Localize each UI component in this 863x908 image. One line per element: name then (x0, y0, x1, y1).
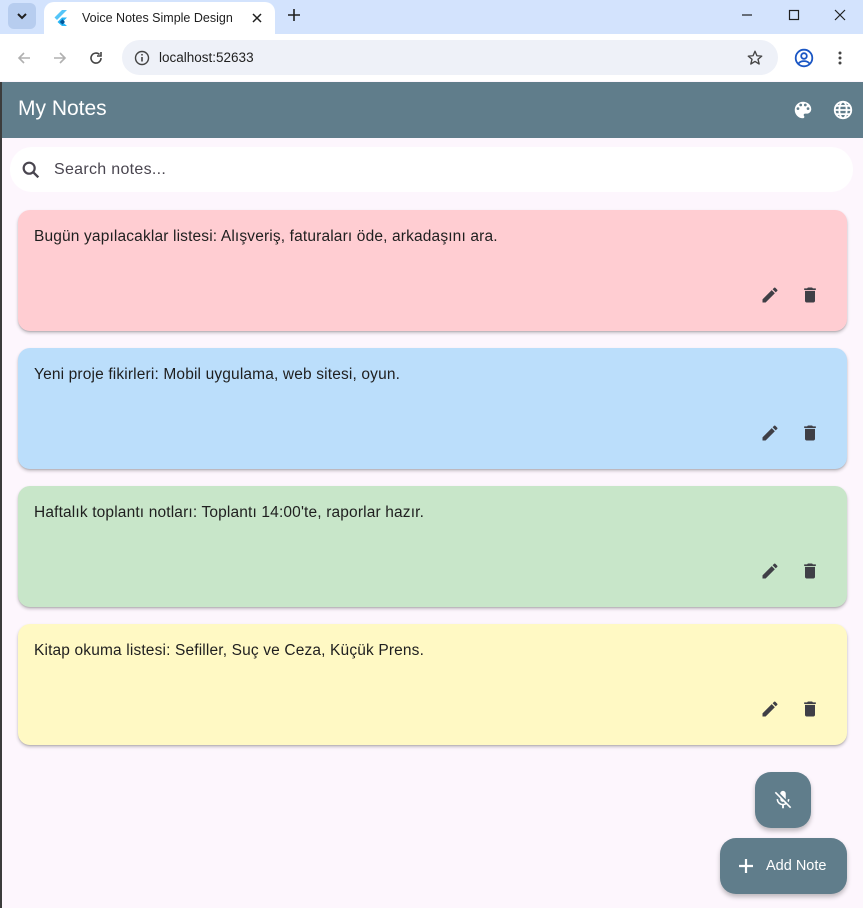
trash-icon (800, 699, 820, 719)
more-vert-icon (832, 50, 848, 66)
flutter-icon (54, 10, 70, 26)
minimize-icon (741, 9, 753, 21)
url-text[interactable]: localhost:52633 (159, 50, 744, 65)
back-button[interactable] (10, 44, 38, 72)
plus-icon (287, 8, 301, 22)
note-text: Bugün yapılacaklar listesi: Alışveriş, f… (34, 228, 498, 246)
arrow-left-icon (16, 50, 32, 66)
close-icon[interactable] (249, 10, 265, 26)
maximize-icon (788, 9, 800, 21)
globe-icon (832, 99, 854, 121)
profile-button[interactable] (790, 44, 818, 72)
tune-icon[interactable] (132, 48, 152, 68)
search-bar (10, 147, 853, 192)
arrow-right-icon (52, 50, 68, 66)
page-title: My Notes (18, 97, 107, 121)
search-icon (19, 158, 43, 182)
search-input[interactable] (54, 161, 814, 179)
mic-off-icon (772, 789, 794, 811)
pencil-icon (760, 423, 780, 443)
account-icon (794, 48, 814, 68)
forward-button[interactable] (46, 44, 74, 72)
address-bar[interactable]: localhost:52633 (122, 40, 778, 75)
browser-menu-button[interactable] (826, 44, 854, 72)
delete-note-button[interactable] (798, 559, 822, 583)
note-card[interactable]: Bugün yapılacaklar listesi: Alışveriş, f… (18, 210, 847, 331)
reload-icon (88, 50, 104, 66)
reload-button[interactable] (82, 44, 110, 72)
chevron-down-icon (16, 10, 28, 22)
close-icon (834, 9, 846, 21)
new-tab-button[interactable] (284, 5, 304, 25)
delete-note-button[interactable] (798, 697, 822, 721)
pencil-icon (760, 699, 780, 719)
edit-note-button[interactable] (758, 559, 782, 583)
star-icon[interactable] (744, 47, 766, 69)
tab-search-button[interactable] (8, 3, 36, 29)
note-text: Haftalık toplantı notları: Toplantı 14:0… (34, 504, 424, 522)
browser-tab[interactable]: Voice Notes Simple Design (44, 2, 275, 34)
browser-toolbar: localhost:52633 (0, 34, 863, 81)
trash-icon (800, 561, 820, 581)
palette-icon (792, 99, 814, 121)
delete-note-button[interactable] (798, 283, 822, 307)
add-note-label: Add Note (766, 858, 826, 874)
close-window-button[interactable] (817, 0, 863, 30)
app-bar: My Notes (2, 82, 863, 138)
note-card[interactable]: Yeni proje fikirleri: Mobil uygulama, we… (18, 348, 847, 469)
pencil-icon (760, 561, 780, 581)
trash-icon (800, 285, 820, 305)
edit-note-button[interactable] (758, 283, 782, 307)
voice-record-button[interactable] (755, 772, 811, 828)
plus-icon (736, 856, 756, 876)
note-card[interactable]: Kitap okuma listesi: Sefiller, Suç ve Ce… (18, 624, 847, 745)
trash-icon (800, 423, 820, 443)
minimize-button[interactable] (724, 0, 770, 30)
edit-note-button[interactable] (758, 421, 782, 445)
window-edge (0, 82, 2, 908)
note-text: Yeni proje fikirleri: Mobil uygulama, we… (34, 366, 400, 384)
browser-tab-strip: Voice Notes Simple Design (0, 0, 863, 34)
language-button[interactable] (831, 98, 855, 122)
tab-title: Voice Notes Simple Design (82, 11, 249, 25)
maximize-button[interactable] (771, 0, 817, 30)
note-card[interactable]: Haftalık toplantı notları: Toplantı 14:0… (18, 486, 847, 607)
note-text: Kitap okuma listesi: Sefiller, Suç ve Ce… (34, 642, 424, 660)
edit-note-button[interactable] (758, 697, 782, 721)
delete-note-button[interactable] (798, 421, 822, 445)
add-note-button[interactable]: Add Note (720, 838, 847, 894)
palette-button[interactable] (791, 98, 815, 122)
pencil-icon (760, 285, 780, 305)
